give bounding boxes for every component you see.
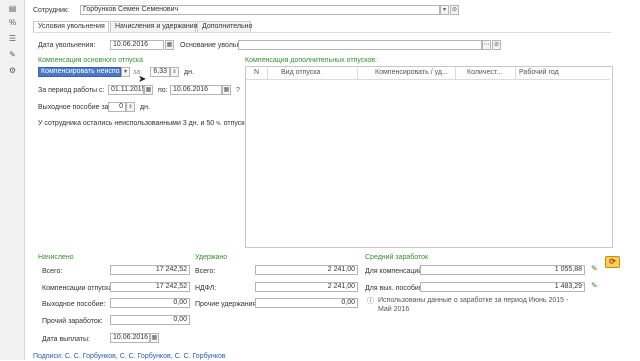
avg-comp-field: 1 055,88 (420, 265, 585, 275)
avg-header: Средний заработок (365, 254, 429, 261)
list-icon[interactable]: ☰ (8, 34, 17, 43)
recalculate-button[interactable]: ⟳ (605, 256, 620, 268)
accrued-severance-field: 0,00 (110, 298, 190, 308)
comp-mode-field[interactable]: Компенсировать неиспол (38, 67, 121, 77)
edit-avg-severance-icon[interactable]: ✎ (591, 281, 598, 290)
col-compensate[interactable]: Компенсировать / уд... (372, 67, 456, 79)
withheld-other-label: Прочие удержания: (195, 301, 259, 308)
reason-dropdown-button[interactable]: ⋯ (482, 40, 491, 50)
avg-severance-field: 1 483,29 (420, 282, 585, 292)
comp-days-field[interactable]: 6,33 (150, 67, 170, 77)
accrued-comp-label: Компенсации отпуска: (42, 285, 115, 292)
dismissal-date-label: Дата увольнения: (38, 42, 96, 49)
table-header-divider (246, 79, 610, 80)
period-to-field[interactable]: 10.06.2016 (170, 85, 222, 95)
employee-open-button[interactable]: ⊘ (450, 5, 459, 15)
reason-open-button[interactable]: ⊘ (492, 40, 501, 50)
employee-label: Сотрудник: (33, 7, 69, 14)
accrued-other-field: 0,00 (110, 315, 190, 325)
comp-mode-dropdown[interactable]: ▾ (121, 67, 130, 77)
period-to-calendar[interactable]: ▦ (222, 85, 231, 95)
info-icon: ⓘ (367, 298, 374, 305)
help-link[interactable]: ? (236, 86, 240, 95)
period-label: За период работы с: (38, 87, 105, 94)
left-sidebar: ▤ % ☰ ✎ ⚙ (0, 0, 25, 360)
payment-date-field[interactable]: 10.06.2016 (110, 333, 150, 343)
accrued-comp-field: 17 242,52 (110, 282, 190, 292)
col-vacation-type[interactable]: Вид отпуска (278, 67, 358, 79)
severance-days-stepper[interactable]: ⇕ (126, 102, 135, 112)
withheld-header: Удержано (195, 254, 228, 261)
comp-days-unit: дн. (184, 69, 194, 76)
percent-icon[interactable]: % (8, 18, 17, 27)
severance-days-field[interactable]: 0 (108, 102, 126, 112)
period-from-field[interactable]: 01.11.2015 (108, 85, 144, 95)
main-comp-header: Компенсация основного отпуска (38, 57, 144, 64)
accrued-severance-label: Выходное пособие: (42, 301, 106, 308)
accrued-header: Начислено (38, 254, 74, 261)
extra-comp-header: Компенсация дополнительных отпусков: (245, 57, 377, 64)
remaining-vacation-note: У сотрудника остались неиспользованными … (38, 120, 254, 127)
payment-date-label: Дата выплаты: (42, 336, 90, 343)
avg-info-text: Использованы данные о заработке за перио… (378, 297, 569, 313)
withheld-total-label: Всего: (195, 268, 216, 275)
tab-divider (33, 32, 611, 33)
comp-days-stepper[interactable]: ⇕ (170, 67, 179, 77)
withheld-total-field: 2 241,00 (255, 265, 358, 275)
severance-unit: дн. (140, 104, 150, 111)
dismissal-reason-field[interactable] (238, 40, 482, 50)
avg-comp-label: Для компенсаций: (365, 268, 425, 275)
withheld-ndfl-label: НДФЛ: (195, 285, 217, 292)
col-work-year[interactable]: Рабочий год (516, 67, 611, 79)
avg-severance-label: Для вых. пособия: (365, 285, 425, 292)
accrued-total-label: Всего: (42, 268, 63, 275)
wrench-icon[interactable]: ✎ (8, 50, 17, 59)
employee-dropdown-button[interactable]: ▾ (440, 5, 449, 15)
severance-label: Выходное пособие за: (38, 104, 111, 111)
accrued-other-label: Прочий заработок: (42, 318, 103, 325)
gear-icon[interactable]: ⚙ (8, 66, 17, 75)
col-quantity[interactable]: Количест... (464, 67, 516, 79)
period-from-calendar[interactable]: ▦ (144, 85, 153, 95)
payment-date-calendar[interactable]: ▦ (150, 333, 159, 343)
dismissal-date-calendar-button[interactable]: ▦ (165, 40, 174, 50)
accrued-total-field: 17 242,52 (110, 265, 190, 275)
withheld-ndfl-field: 2 241,00 (255, 282, 358, 292)
document-icon[interactable]: ▤ (8, 4, 17, 13)
withheld-other-field: 0,00 (255, 298, 358, 308)
dismissal-date-field[interactable]: 10.06.2016 (110, 40, 164, 50)
employee-field[interactable]: Горбунков Семен Семенович (80, 5, 440, 15)
period-to-label: по: (158, 87, 168, 94)
edit-avg-comp-icon[interactable]: ✎ (591, 264, 598, 273)
mouse-cursor-icon: ➤ (138, 74, 147, 85)
col-n[interactable]: N (246, 67, 268, 79)
extra-comp-table[interactable]: N Вид отпуска Компенсировать / уд... Кол… (245, 66, 613, 248)
